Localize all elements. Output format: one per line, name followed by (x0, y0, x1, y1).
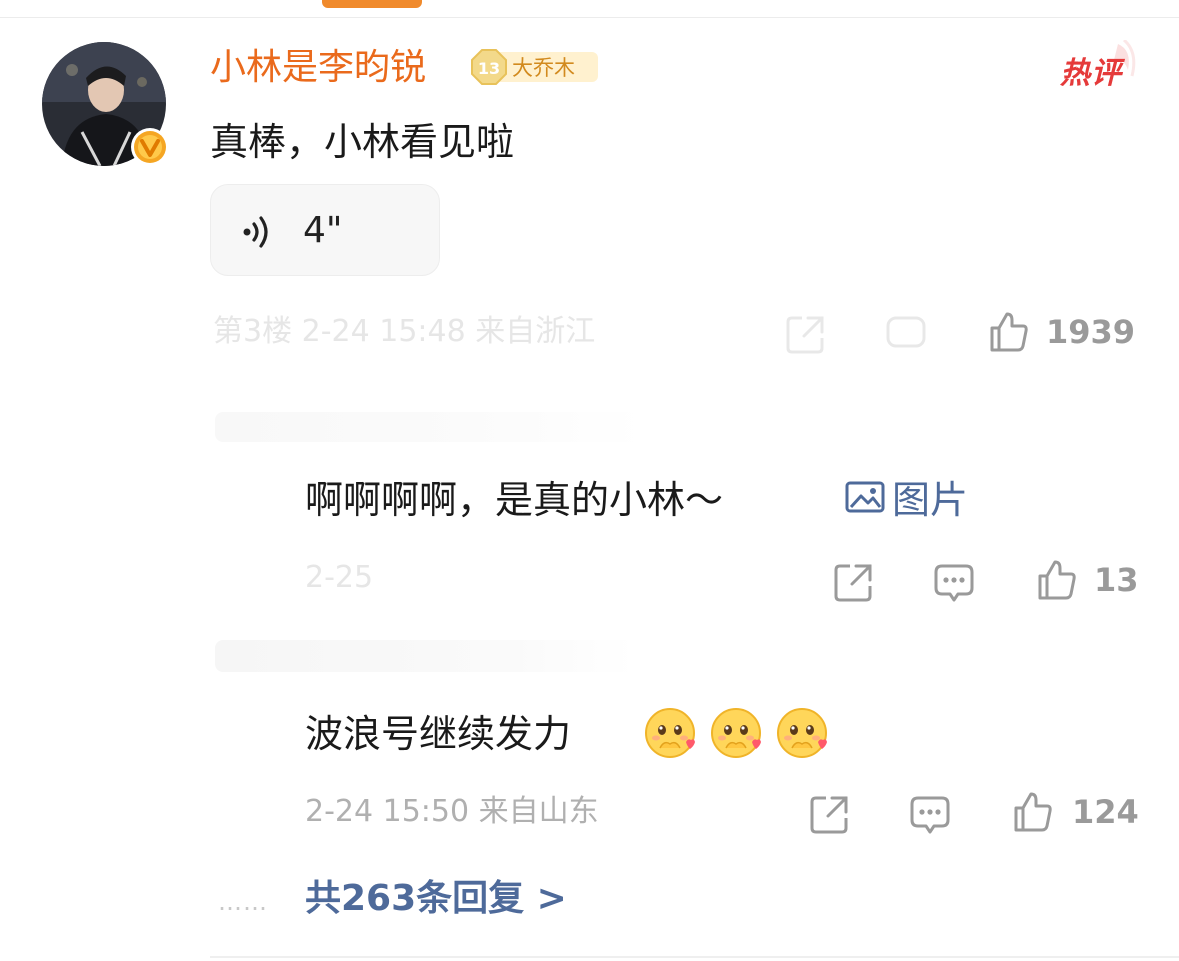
share-icon[interactable] (784, 312, 828, 356)
avatar[interactable] (42, 42, 169, 166)
image-link[interactable]: 图片 (892, 474, 968, 526)
comment-icon[interactable] (932, 560, 976, 604)
share-icon[interactable] (832, 560, 876, 604)
comment-meta: 第3楼 2-24 15:48 来自浙江 (213, 314, 596, 349)
comment-icon[interactable] (908, 792, 952, 836)
reply-meta: 2-25 (305, 560, 374, 595)
comment-icon[interactable] (884, 312, 928, 356)
like-icon[interactable] (1034, 558, 1078, 602)
level-title: 大乔木 (512, 56, 575, 80)
like-count: 124 (1072, 793, 1139, 831)
more-replies-dots: …… (218, 888, 268, 916)
like-count: 13 (1094, 561, 1139, 599)
faded-reply-author (215, 412, 645, 442)
share-icon[interactable] (808, 792, 852, 836)
voice-message[interactable]: 4" (210, 184, 440, 276)
reply-text: 啊啊啊啊，是真的小林～ (305, 478, 724, 522)
voice-icon (243, 216, 268, 248)
hug-emoji-icon (711, 708, 761, 758)
image-icon[interactable] (845, 480, 885, 514)
hot-comment-label: 热评 (1060, 56, 1122, 91)
active-tab-indicator (322, 0, 422, 8)
voice-duration: 4" (303, 210, 343, 251)
v-badge-icon (131, 128, 169, 166)
reply-text: 波浪号继续发力 (305, 712, 572, 756)
hug-emoji-icon (645, 708, 695, 758)
comment-text: 真棒，小林看见啦 (210, 120, 515, 164)
faded-reply-author (215, 640, 635, 672)
level-badge: 13 大乔木 (471, 49, 598, 85)
like-icon[interactable] (1010, 790, 1054, 834)
like-icon[interactable] (986, 310, 1030, 354)
hug-emoji-icon (777, 708, 827, 758)
level-number: 13 (478, 59, 500, 78)
reply-meta: 2-24 15:50 来自山东 (305, 794, 599, 829)
username[interactable]: 小林是李昀锐 (210, 44, 426, 92)
top-divider (0, 17, 1179, 18)
like-count: 1939 (1046, 313, 1136, 351)
more-replies-link[interactable]: 共263条回复 > (305, 876, 567, 922)
bottom-divider (210, 956, 1179, 958)
